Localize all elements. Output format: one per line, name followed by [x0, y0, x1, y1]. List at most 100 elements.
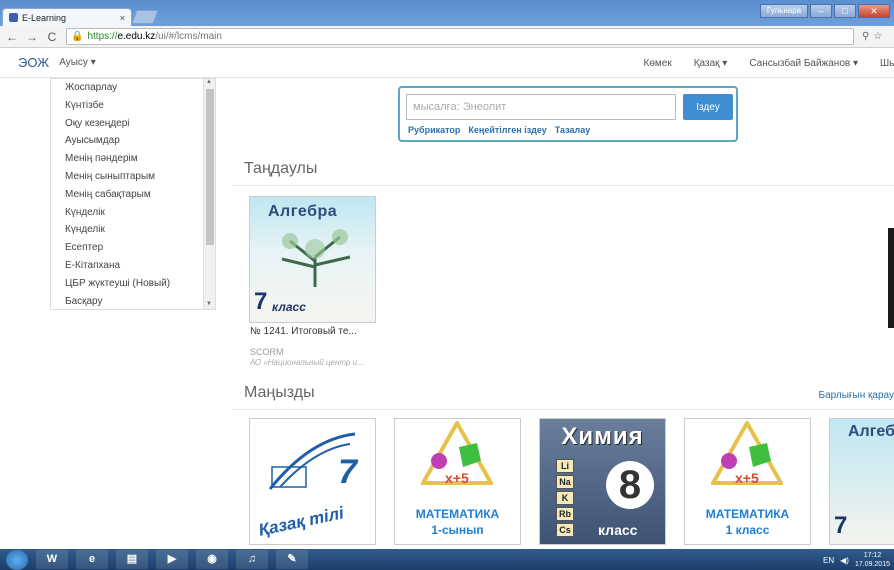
- scroll-up-icon[interactable]: ▲: [206, 79, 212, 85]
- advanced-search-link[interactable]: Кеңейтілген іздеу: [468, 125, 546, 135]
- favorites-title: Таңдаулы: [244, 160, 318, 177]
- reload-icon[interactable]: C: [44, 30, 60, 44]
- sidebar-item-my-subjects[interactable]: Менің пәндерім: [51, 150, 215, 168]
- sidebar-scrollbar[interactable]: ▲ ▼: [203, 79, 215, 309]
- important-card-kazakh[interactable]: 7 Қазақ тілі: [249, 418, 376, 545]
- search-button[interactable]: Іздеу: [683, 94, 733, 120]
- cover-title: Химия: [561, 423, 644, 450]
- search-input[interactable]: [406, 94, 676, 120]
- switch-dropdown[interactable]: Ауысу ▾: [59, 57, 96, 68]
- address-icons: ⚲ ☆: [862, 31, 882, 42]
- clock[interactable]: 17:12 17.09.2015: [855, 551, 890, 569]
- maximize-button[interactable]: □: [834, 4, 856, 18]
- search-links: Рубрикатор Кеңейтілген іздеу Тазалау: [408, 125, 590, 135]
- word-taskbar-icon[interactable]: W: [36, 550, 68, 569]
- sidebar-item-calendar[interactable]: Күнтізбе: [51, 97, 215, 115]
- important-divider: [232, 409, 894, 410]
- help-link[interactable]: Көмек: [644, 58, 672, 69]
- start-button[interactable]: [6, 549, 28, 570]
- element-tile: Na: [556, 475, 574, 489]
- url-input[interactable]: 🔒 https:// e.edu.kz /ui/#/lcms/main: [66, 28, 854, 45]
- sidebar-item-my-classes[interactable]: Менің сыныптарым: [51, 168, 215, 186]
- cover-number: 8: [606, 461, 654, 509]
- favorite-card-org: АО «Национальный центр и...: [250, 358, 364, 367]
- cover-class: класс: [272, 300, 306, 314]
- media-taskbar-icon[interactable]: ▶: [156, 550, 188, 569]
- minimize-button[interactable]: –: [810, 4, 832, 18]
- see-all-link[interactable]: Барлығын қарау: [819, 390, 894, 401]
- math-cover: x+5 МАТЕМАТИКА 1-сынып: [395, 419, 520, 544]
- chrome-taskbar-icon[interactable]: ◉: [196, 550, 228, 569]
- sidebar-item-e-library[interactable]: Е-Кітапхана: [51, 257, 215, 275]
- language-dropdown[interactable]: Қазақ ▾: [694, 58, 728, 69]
- sidebar-item-periods[interactable]: Оқу кезеңдері: [51, 115, 215, 133]
- system-tray: EN ◀) 17:12 17.09.2015: [823, 551, 890, 569]
- tab-title: E-Learning: [22, 12, 67, 23]
- math-cover: x+5 МАТЕМАТИКА 1 класс: [685, 419, 810, 544]
- element-tile: Li: [556, 459, 574, 473]
- cover-number: 7: [338, 453, 357, 491]
- math-logo-icon: x+5: [421, 421, 493, 486]
- browser-titlebar: E-Learning × Гульнара – □ ✕: [0, 0, 894, 26]
- cover-title: Алгебра: [848, 423, 894, 440]
- chemistry-cover: Химия Li Na K Rb Cs 8 класс: [540, 419, 665, 544]
- sidebar-menu: Жоспарлау Күнтізбе Оқу кезеңдері Ауысымд…: [50, 78, 216, 310]
- important-card-chemistry[interactable]: Химия Li Na K Rb Cs 8 класс: [539, 418, 666, 545]
- math-logo-icon: x+5: [711, 421, 783, 486]
- url-path: /ui/#/lcms/main: [155, 31, 222, 42]
- important-card-algebra[interactable]: Алгебра 7: [829, 418, 894, 545]
- explorer-taskbar-icon[interactable]: ▤: [116, 550, 148, 569]
- important-title: Маңызды: [244, 384, 315, 401]
- brand-logo[interactable]: ЭОЖ: [18, 55, 49, 70]
- clear-link[interactable]: Тазалау: [555, 125, 590, 135]
- sidebar-item-management[interactable]: Басқару: [51, 293, 215, 309]
- tab-favicon-icon: [9, 13, 18, 22]
- sidebar-item-planning[interactable]: Жоспарлау: [51, 79, 215, 97]
- sidebar-item-reports[interactable]: Есептер: [51, 239, 215, 257]
- tab-close-icon[interactable]: ×: [120, 13, 125, 23]
- new-tab-button[interactable]: [131, 10, 159, 24]
- window-controls: Гульнара – □ ✕: [760, 4, 890, 18]
- zoom-icon[interactable]: ⚲: [862, 31, 869, 42]
- volume-icon[interactable]: ◀): [840, 556, 849, 565]
- element-tile: Cs: [556, 523, 574, 537]
- scrollbar-thumb[interactable]: [206, 89, 214, 245]
- back-arrow-icon[interactable]: ←: [4, 30, 20, 44]
- exit-link[interactable]: Шығ: [880, 58, 894, 69]
- sidebar-item-shifts[interactable]: Ауысымдар: [51, 132, 215, 150]
- close-window-button[interactable]: ✕: [858, 4, 890, 18]
- sidebar-item-diary-2[interactable]: Күнделік: [51, 221, 215, 239]
- cover-title: МАТЕМАТИКА: [415, 507, 500, 521]
- language-indicator[interactable]: EN: [823, 556, 834, 565]
- favorite-card-algebra[interactable]: Алгебра 7 класс: [249, 196, 376, 323]
- important-card-math-2[interactable]: x+5 МАТЕМАТИКА 1 класс: [684, 418, 811, 545]
- navbar-right: Көмек Қазақ ▾ Сансызбай Байжанов ▾ Шығ: [644, 48, 894, 78]
- ie-taskbar-icon[interactable]: e: [76, 550, 108, 569]
- sidebar-item-uploader[interactable]: ЦБР жүктеуші (Новый): [51, 275, 215, 293]
- cover-grade: 7: [254, 288, 268, 315]
- forward-arrow-icon[interactable]: →: [24, 30, 40, 44]
- cover-title: МАТЕМАТИКА: [705, 507, 790, 521]
- element-tile: Rb: [556, 507, 574, 521]
- browser-tab[interactable]: E-Learning ×: [2, 8, 132, 26]
- app-taskbar-icon[interactable]: ♫: [236, 550, 268, 569]
- scroll-down-icon[interactable]: ▼: [206, 301, 212, 307]
- side-widget[interactable]: [888, 228, 894, 328]
- element-tile: K: [556, 491, 574, 505]
- svg-text:x+5: x+5: [445, 470, 469, 486]
- tree-illustration: [281, 229, 351, 287]
- windows-taskbar: W e ▤ ▶ ◉ ♫ ✎ EN ◀) 17:12 17.09.2015: [0, 549, 894, 570]
- cover-title: Қазақ тілі: [256, 503, 346, 540]
- user-menu[interactable]: Сансызбай Байжанов ▾: [749, 58, 858, 69]
- window-user-label: Гульнара: [760, 4, 808, 18]
- sidebar-item-my-lessons[interactable]: Менің сабақтарым: [51, 186, 215, 204]
- paint-taskbar-icon[interactable]: ✎: [276, 550, 308, 569]
- rubricator-link[interactable]: Рубрикатор: [408, 125, 460, 135]
- sidebar-item-diary[interactable]: Күнделік: [51, 204, 215, 222]
- important-card-math-1[interactable]: x+5 МАТЕМАТИКА 1-сынып: [394, 418, 521, 545]
- address-bar: ← → C 🔒 https:// e.edu.kz /ui/#/lcms/mai…: [0, 26, 894, 48]
- clock-time: 17:12: [863, 552, 882, 559]
- bookmark-star-icon[interactable]: ☆: [873, 31, 882, 42]
- cover-number: 7: [834, 512, 848, 539]
- favorite-card-title[interactable]: № 1241. Итоговый те...: [250, 326, 357, 337]
